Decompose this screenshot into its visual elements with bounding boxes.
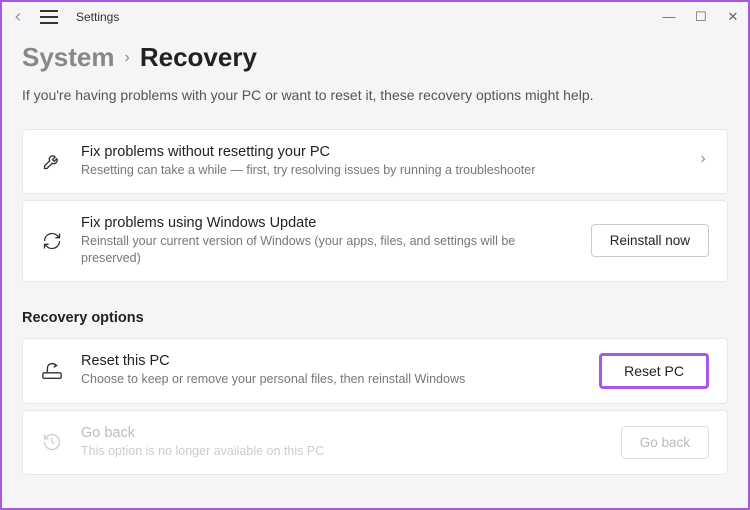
chevron-right-icon: › [125,49,130,67]
section-heading: Recovery options [22,310,728,326]
back-icon[interactable] [10,9,26,25]
card-sub: This option is no longer available on th… [81,443,603,460]
reinstall-now-button[interactable]: Reinstall now [591,224,709,257]
card-sub: Choose to keep or remove your personal f… [81,371,581,388]
window-controls: — ☐ ✕ [662,9,740,25]
chevron-right-icon [697,152,709,170]
card-title: Reset this PC [81,353,581,369]
go-back-button: Go back [621,426,709,459]
intro-text: If you're having problems with your PC o… [22,87,728,103]
app-title: Settings [76,10,119,24]
card-troubleshoot[interactable]: Fix problems without resetting your PC R… [22,129,728,194]
reset-pc-button[interactable]: Reset PC [599,353,709,389]
card-title: Fix problems without resetting your PC [81,144,679,160]
breadcrumb: System › Recovery [22,42,728,73]
history-icon [41,431,63,453]
close-icon[interactable]: ✕ [726,9,740,25]
wrench-icon [41,150,63,172]
card-body: Fix problems without resetting your PC R… [81,144,679,179]
breadcrumb-parent[interactable]: System [22,42,115,73]
breadcrumb-current: Recovery [140,42,257,73]
minimize-icon[interactable]: — [662,9,676,25]
card-windows-update: Fix problems using Windows Update Reinst… [22,200,728,282]
card-title: Go back [81,425,603,441]
titlebar-left: Settings [10,9,119,25]
card-body: Fix problems using Windows Update Reinst… [81,215,573,267]
card-sub: Reinstall your current version of Window… [81,233,573,267]
refresh-icon [41,230,63,252]
card-body: Reset this PC Choose to keep or remove y… [81,353,581,388]
hamburger-icon[interactable] [40,10,58,24]
maximize-icon[interactable]: ☐ [694,9,708,25]
card-body: Go back This option is no longer availab… [81,425,603,460]
card-title: Fix problems using Windows Update [81,215,573,231]
card-sub: Resetting can take a while — first, try … [81,162,679,179]
card-go-back: Go back This option is no longer availab… [22,410,728,475]
content: System › Recovery If you're having probl… [2,32,748,501]
card-reset-pc: Reset this PC Choose to keep or remove y… [22,338,728,404]
reset-pc-icon [41,360,63,382]
titlebar: Settings — ☐ ✕ [2,2,748,32]
